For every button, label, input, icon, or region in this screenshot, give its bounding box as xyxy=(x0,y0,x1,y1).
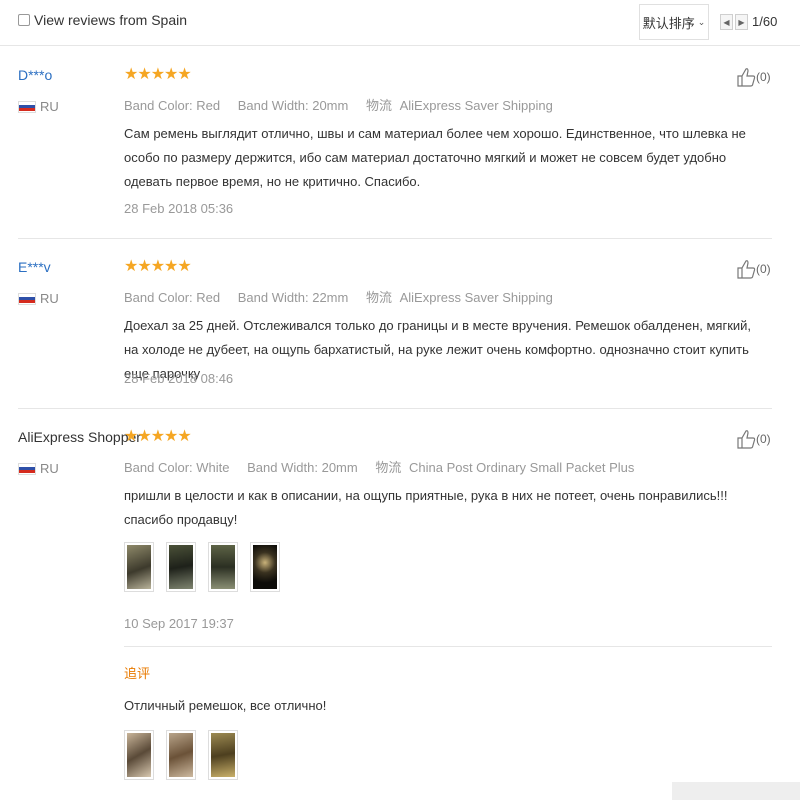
band-width-value: 20mm xyxy=(321,460,358,475)
review-divider xyxy=(18,238,772,239)
caret-right-icon: ▶ xyxy=(738,17,745,27)
review-text: Сам ремень выглядит отлично, швы и сам м… xyxy=(124,126,746,189)
review-divider xyxy=(18,408,772,409)
shipping-value: China Post Ordinary Small Packet Plus xyxy=(408,460,635,475)
corner-overlay xyxy=(672,782,800,800)
shipping-value: AliExpress Saver Shipping xyxy=(399,98,553,113)
like-button[interactable]: (0) xyxy=(736,258,771,280)
russia-flag-icon xyxy=(18,100,36,113)
view-reviews-checkbox[interactable] xyxy=(18,14,30,26)
chevron-down-icon: ⌄ xyxy=(697,16,706,27)
review-text: пришли в целости и как в описании, на ощ… xyxy=(124,488,728,527)
sort-dropdown[interactable]: 默认排序 ⌄ xyxy=(639,4,709,40)
review-date: 28 Feb 2018 05:36 xyxy=(124,201,234,216)
thumbs-up-icon xyxy=(737,68,756,87)
review-attributes: Band Color: White Band Width: 20mm 物流 Ch… xyxy=(124,457,634,476)
review-photo-thumbnail[interactable] xyxy=(124,542,154,592)
review-photo-thumbnail[interactable] xyxy=(208,542,238,592)
country-code: RU xyxy=(40,461,59,476)
thumbs-up-icon xyxy=(737,430,756,449)
followup-photo-thumbnail[interactable] xyxy=(208,730,238,780)
band-width-label: Band Width: xyxy=(237,290,309,305)
star-rating: ★★★★★ xyxy=(124,428,192,445)
next-page-button[interactable]: ▶ xyxy=(735,14,748,30)
page-indicator: 1/60 xyxy=(752,14,778,29)
followup-label: 追评 xyxy=(124,666,151,681)
review-photo-thumbnail[interactable] xyxy=(250,542,280,592)
band-color-value: Red xyxy=(196,98,221,113)
review-date: 28 Feb 2018 08:46 xyxy=(124,371,234,386)
shipping-label: 物流 xyxy=(365,290,392,305)
band-color-value: Red xyxy=(196,290,221,305)
view-reviews-label[interactable]: View reviews from Spain xyxy=(34,12,187,28)
like-button[interactable]: (0) xyxy=(736,66,771,88)
thumbs-up-icon xyxy=(737,260,756,279)
review-date: 10 Sep 2017 19:37 xyxy=(124,616,234,631)
country-code: RU xyxy=(40,291,59,306)
prev-page-button[interactable]: ◀ xyxy=(720,14,733,30)
star-rating: ★★★★★ xyxy=(124,66,192,83)
band-width-value: 20mm xyxy=(312,98,349,113)
band-color-label: Band Color: xyxy=(124,290,193,305)
band-width-label: Band Width: xyxy=(237,98,309,113)
review-attributes: Band Color: Red Band Width: 22mm 物流 AliE… xyxy=(124,287,553,306)
band-color-label: Band Color: xyxy=(124,460,193,475)
reviewer-country: RU xyxy=(18,461,59,476)
caret-left-icon: ◀ xyxy=(723,17,730,27)
star-rating: ★★★★★ xyxy=(124,258,192,275)
followup-photo-thumbnail[interactable] xyxy=(124,730,154,780)
review-photo-thumbnail[interactable] xyxy=(166,542,196,592)
reviewer-country: RU xyxy=(18,99,59,114)
band-width-label: Band Width: xyxy=(247,460,318,475)
reviewer-name[interactable]: D***o xyxy=(18,67,52,83)
russia-flag-icon xyxy=(18,292,36,305)
like-count: (0) xyxy=(756,262,771,276)
review-filter-bar: View reviews from Spain 默认排序 ⌄ ◀ ▶ 1/60 xyxy=(0,0,800,46)
like-count: (0) xyxy=(756,432,771,446)
reviewer-name[interactable]: E***v xyxy=(18,259,51,275)
shipping-value: AliExpress Saver Shipping xyxy=(399,290,553,305)
russia-flag-icon xyxy=(18,462,36,475)
followup-photos xyxy=(124,730,238,780)
reviewer-name: AliExpress Shopper xyxy=(18,429,141,445)
band-color-value: White xyxy=(196,460,230,475)
reviewer-country: RU xyxy=(18,291,59,306)
like-count: (0) xyxy=(756,70,771,84)
band-width-value: 22mm xyxy=(312,290,349,305)
sort-label: 默认排序 xyxy=(642,15,695,31)
country-code: RU xyxy=(40,99,59,114)
review-attributes: Band Color: Red Band Width: 20mm 物流 AliE… xyxy=(124,95,553,114)
shipping-label: 物流 xyxy=(375,460,402,475)
followup-divider xyxy=(124,646,772,647)
shipping-label: 物流 xyxy=(365,98,392,113)
review-photos xyxy=(124,542,280,592)
like-button[interactable]: (0) xyxy=(736,428,771,450)
followup-text: Отличный ремешок, все отлично! xyxy=(124,698,327,713)
followup-photo-thumbnail[interactable] xyxy=(166,730,196,780)
band-color-label: Band Color: xyxy=(124,98,193,113)
